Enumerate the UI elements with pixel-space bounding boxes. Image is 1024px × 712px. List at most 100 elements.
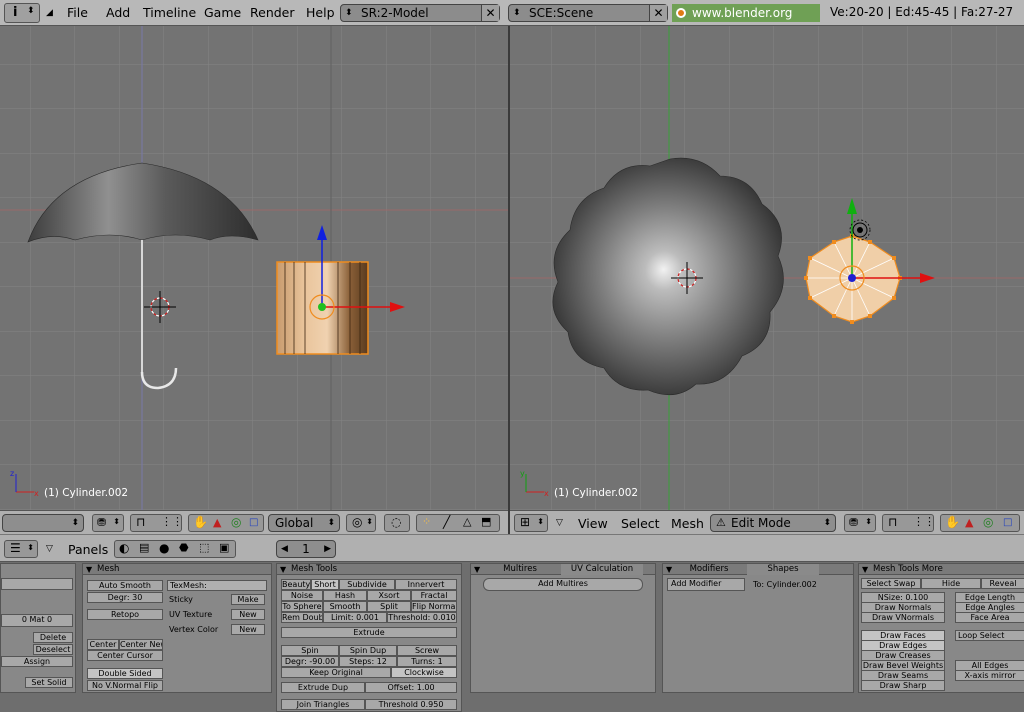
assign-button[interactable]: Assign: [1, 656, 73, 667]
join-triangles-button[interactable]: Join Triangles: [281, 699, 365, 710]
vertex-select-icon[interactable]: ⁘: [422, 515, 431, 528]
extrude-dup-button[interactable]: Extrude Dup: [281, 682, 365, 693]
screw-button[interactable]: Screw: [397, 645, 457, 656]
falloff-button[interactable]: ◌: [384, 514, 410, 532]
collapse-menu-icon[interactable]: ▽: [556, 518, 563, 528]
menu-render[interactable]: Render: [250, 5, 295, 20]
editor-type-button[interactable]: ☰ ⬍: [4, 540, 38, 558]
mode-pivot-button[interactable]: ⛃ ⬍: [92, 514, 124, 532]
retopo-button[interactable]: Retopo: [87, 609, 163, 620]
viewport-front[interactable]: z x (1) Cylinder.002: [0, 26, 508, 510]
keep-original-button[interactable]: Keep Original: [281, 667, 391, 678]
viewport-top-canvas[interactable]: y x: [510, 26, 1024, 510]
face-area-button[interactable]: Face Area: [955, 612, 1024, 623]
noise-button[interactable]: Noise: [281, 590, 323, 601]
offset-field[interactable]: Offset: 1.00: [365, 682, 457, 693]
hide-button[interactable]: Hide: [921, 578, 981, 589]
blender-version-link[interactable]: www.blender.org 249.2: [672, 4, 820, 38]
material-index-field[interactable]: 0 Mat 0: [1, 614, 73, 627]
face-select-icon[interactable]: △: [463, 515, 471, 528]
menu-timeline[interactable]: Timeline: [143, 5, 196, 20]
limit-field[interactable]: Limit: 0.001: [323, 612, 387, 623]
xsort-button[interactable]: Xsort: [367, 590, 411, 601]
tab-uv-calculation[interactable]: UV Calculation: [561, 564, 643, 575]
texmesh-field[interactable]: TexMesh:: [167, 580, 267, 591]
manipulator-buttons[interactable]: ✋ ▲ ◎ □: [940, 514, 1020, 532]
subdivide-button[interactable]: Subdivide: [339, 579, 395, 590]
scene-name[interactable]: SCE:Scene: [529, 6, 593, 20]
logic-icon[interactable]: ◐: [119, 541, 129, 555]
menu-game[interactable]: Game: [204, 5, 241, 20]
double-sided-button[interactable]: Double Sided: [87, 668, 163, 679]
steps-field[interactable]: Steps: 12: [339, 656, 397, 667]
editor-type-button[interactable]: ⊞ ⬍: [514, 514, 548, 532]
select-mode-buttons[interactable]: ⁘ ╱ △ ⬒: [416, 514, 500, 532]
loop-select-button[interactable]: Loop Select: [955, 630, 1024, 641]
degr-field[interactable]: Degr: 30: [87, 592, 163, 603]
threshold-field[interactable]: Threshold: 0.010: [387, 612, 457, 623]
context-buttons[interactable]: ◐ ▤ ● ⬣ ⬚ ▣: [114, 540, 236, 558]
manipulator-buttons[interactable]: ✋ ▲ ◎ □: [188, 514, 264, 532]
tab-modifiers[interactable]: Modifiers: [677, 564, 741, 575]
add-modifier-menu[interactable]: Add Modifier: [667, 578, 745, 591]
menu-add[interactable]: Add: [106, 5, 130, 20]
menu-file[interactable]: File: [67, 5, 88, 20]
orientation-select[interactable]: Global ⬍: [268, 514, 340, 532]
viewport-top[interactable]: y x (1) Cylinder.002: [510, 26, 1024, 510]
flip-normal-button[interactable]: Flip Normal: [411, 601, 457, 612]
snap-buttons[interactable]: ⊓ ⋮⋮: [130, 514, 183, 532]
collapse-panel-icon[interactable]: ▼: [474, 564, 480, 575]
collapse-panel-icon[interactable]: ▼: [666, 564, 672, 575]
menu-mesh[interactable]: Mesh: [671, 516, 704, 531]
delete-button[interactable]: Delete: [33, 632, 73, 643]
rotate-icon[interactable]: ◎: [231, 515, 241, 529]
add-multires-button[interactable]: Add Multires: [483, 578, 643, 591]
frame-counter[interactable]: ◀ 1 ▶: [276, 540, 336, 558]
join-threshold-field[interactable]: Threshold 0.950: [365, 699, 457, 710]
rem-doubles-button[interactable]: Rem Doubl: [281, 612, 323, 623]
collapse-panel-icon[interactable]: ▼: [280, 564, 286, 575]
innervert-button[interactable]: Innervert: [395, 579, 457, 590]
object-name-field[interactable]: [1, 578, 73, 590]
spin-dup-button[interactable]: Spin Dup: [339, 645, 397, 656]
scene-selector[interactable]: ⬍ SCE:Scene ✕: [508, 4, 668, 22]
editing-icon[interactable]: ⬚: [199, 541, 209, 554]
split-button[interactable]: Split: [367, 601, 411, 612]
smooth-button[interactable]: Smooth: [323, 601, 367, 612]
select-swap-button[interactable]: Select Swap: [861, 578, 921, 589]
draw-vnormals-button[interactable]: Draw VNormals: [861, 612, 945, 623]
script-icon[interactable]: ▤: [139, 541, 149, 554]
object-icon[interactable]: ⬣: [179, 541, 189, 554]
screen-name[interactable]: SR:2-Model: [361, 6, 429, 20]
menu-view[interactable]: View: [578, 516, 608, 531]
beauty-button[interactable]: Beauty: [281, 579, 311, 590]
shading-icon[interactable]: ●: [159, 541, 169, 555]
hash-button[interactable]: Hash: [323, 590, 367, 601]
rotate-icon[interactable]: ◎: [983, 515, 993, 529]
snap-buttons[interactable]: ⊓ ⋮⋮: [882, 514, 935, 532]
scale-icon[interactable]: □: [249, 517, 258, 528]
collapse-panel-icon[interactable]: ▼: [862, 564, 868, 575]
close-screen-icon[interactable]: ✕: [481, 5, 499, 21]
center-new-button[interactable]: Center New: [119, 639, 163, 650]
screen-selector[interactable]: ⬍ SR:2-Model ✕: [340, 4, 500, 22]
scale-icon[interactable]: □: [1003, 517, 1012, 528]
spin-degr-field[interactable]: Degr: -90.00: [281, 656, 339, 667]
short-button[interactable]: Short: [311, 579, 339, 590]
info-editor-type-button[interactable]: i ⬍: [4, 3, 40, 23]
pivot-button[interactable]: ⛃ ⬍: [844, 514, 876, 532]
sticky-make-button[interactable]: Make: [231, 594, 265, 605]
menu-help[interactable]: Help: [306, 5, 335, 20]
uv-texture-new-button[interactable]: New: [231, 609, 265, 620]
hand-icon[interactable]: ✋: [945, 515, 960, 529]
hand-icon[interactable]: ✋: [193, 515, 208, 529]
viewport-front-canvas[interactable]: z x: [0, 26, 508, 510]
extrude-button[interactable]: Extrude: [281, 627, 457, 638]
scene-icon[interactable]: ▣: [219, 541, 229, 554]
turns-field[interactable]: Turns: 1: [397, 656, 457, 667]
collapse-menu-icon[interactable]: ◢: [46, 8, 53, 18]
tab-multires[interactable]: Multires: [485, 564, 555, 575]
center-cursor-button[interactable]: Center Cursor: [87, 650, 163, 661]
fractal-button[interactable]: Fractal: [411, 590, 457, 601]
view-menu-selector[interactable]: ⬍: [2, 514, 84, 532]
